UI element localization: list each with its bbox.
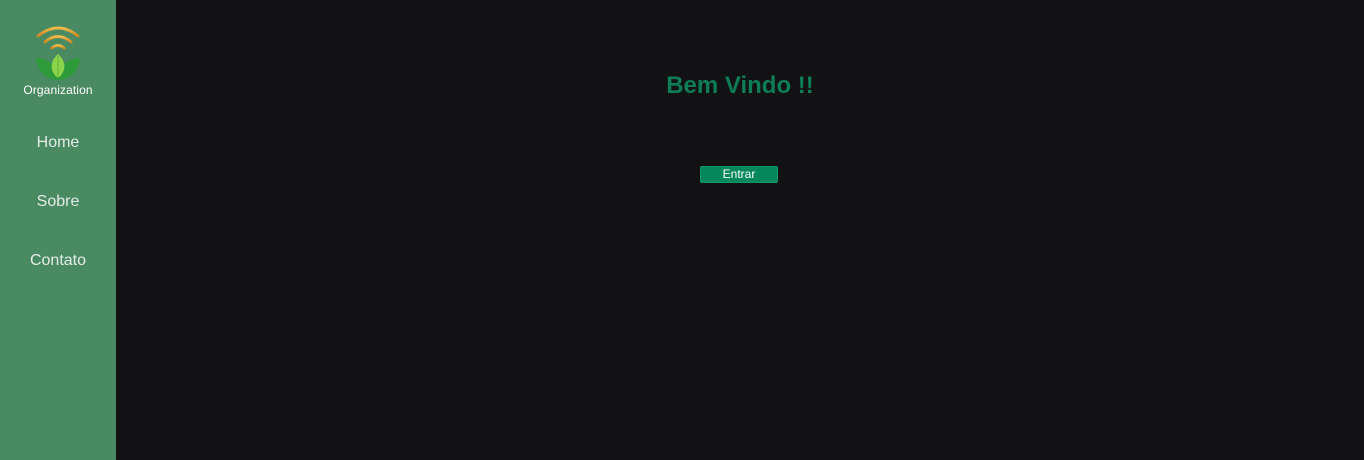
sidebar-item-home[interactable]: Home xyxy=(37,134,80,152)
sidebar-nav: Home Sobre Contato xyxy=(30,134,86,311)
app: Organization Home Sobre Contato Bem Vind… xyxy=(0,0,1364,460)
sidebar: Organization Home Sobre Contato xyxy=(0,0,116,460)
sidebar-item-contato[interactable]: Contato xyxy=(30,252,86,270)
main-content: Bem Vindo !! Entrar xyxy=(116,0,1364,460)
welcome-heading: Bem Vindo !! xyxy=(666,72,814,99)
sidebar-item-sobre[interactable]: Sobre xyxy=(37,193,80,211)
brand-logo-link[interactable]: Organization xyxy=(23,24,93,97)
sprout-signal-logo-icon xyxy=(36,26,80,80)
brand-name: Organization xyxy=(23,83,93,97)
enter-button[interactable]: Entrar xyxy=(700,166,778,183)
